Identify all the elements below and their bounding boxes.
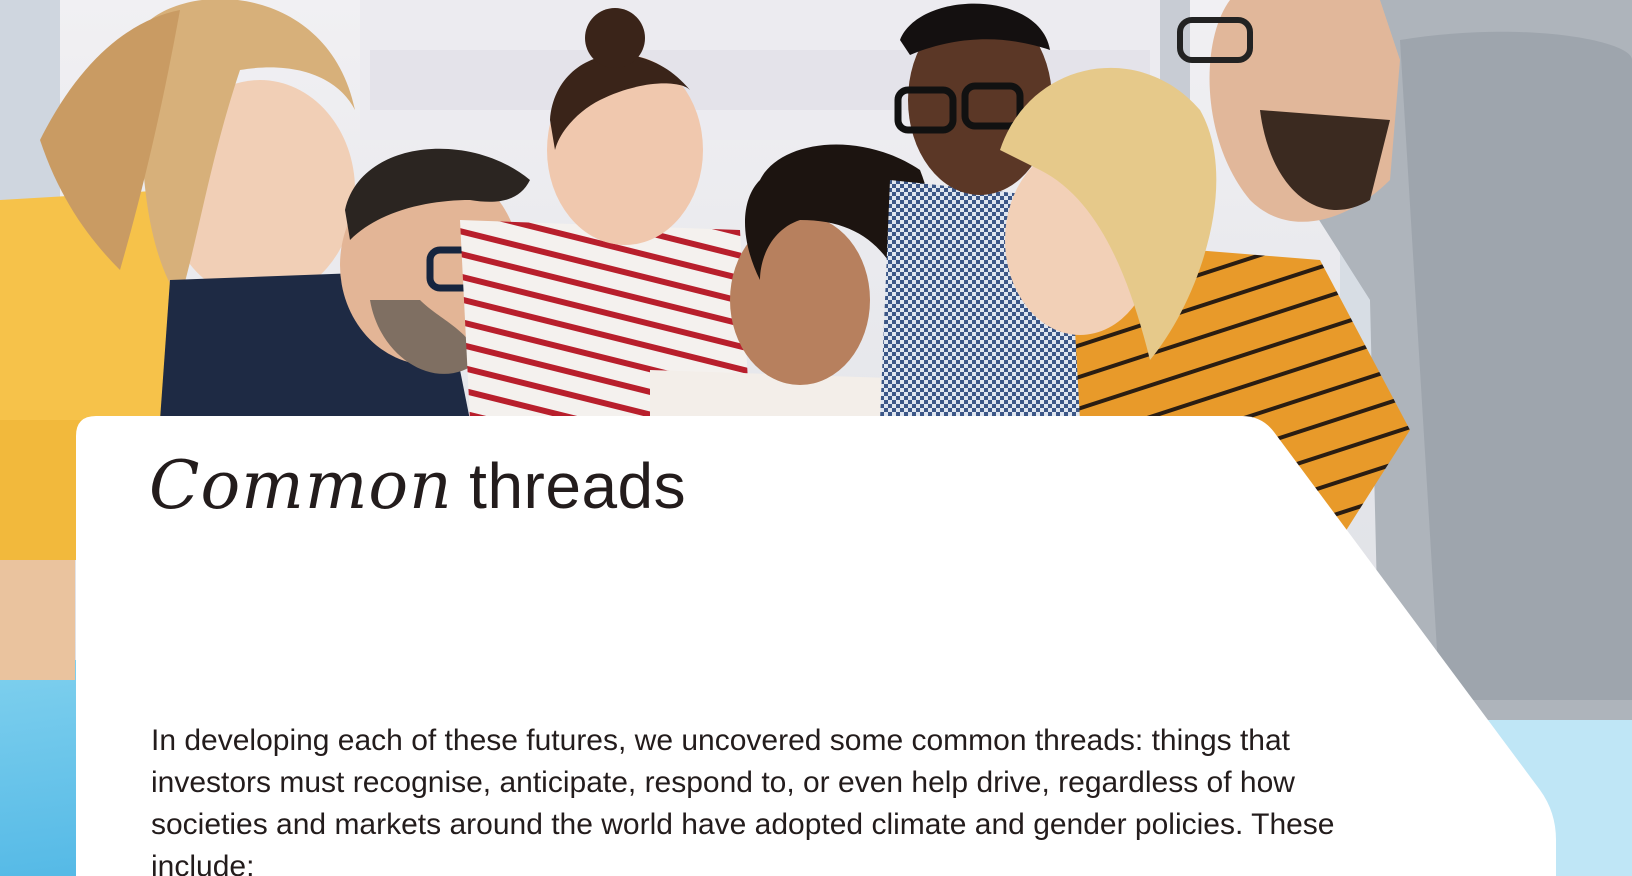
page-title: Common threads — [149, 446, 686, 527]
page: Common threads In developing each of the… — [0, 0, 1632, 876]
title-regular-word: threads — [469, 450, 687, 522]
content-card-text: Common threads In developing each of the… — [0, 0, 1632, 876]
intro-paragraph: In developing each of these futures, we … — [151, 724, 1335, 876]
title-italic-word: Common — [149, 447, 453, 524]
